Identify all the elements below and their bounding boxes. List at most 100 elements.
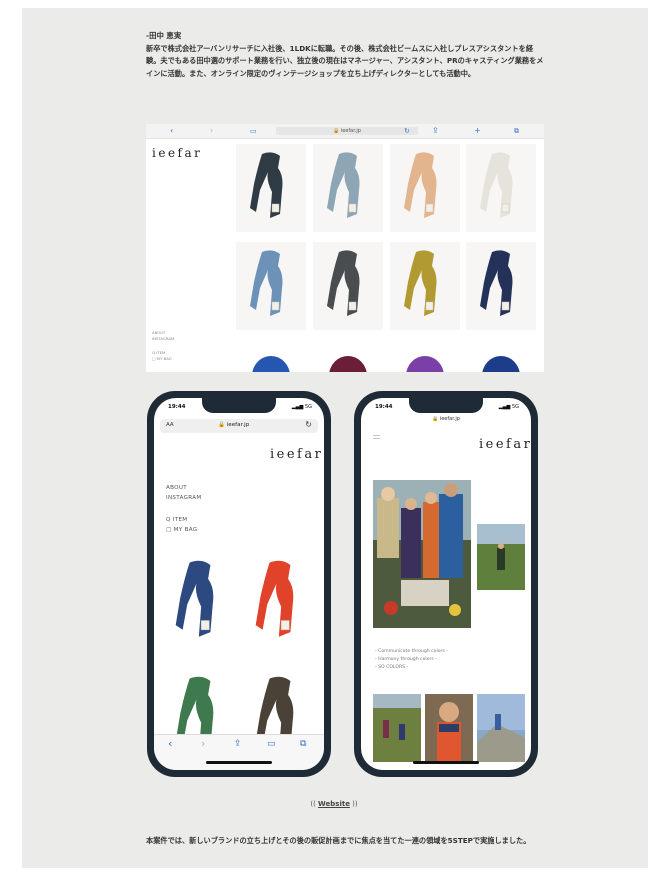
scarf-image: [255, 560, 294, 637]
product-tile[interactable]: [466, 242, 536, 330]
website-link-line: (( Website )): [310, 800, 358, 808]
product-tile-peek[interactable]: [252, 356, 290, 372]
address-bar[interactable]: 🔒 ieefar.jp: [276, 127, 418, 135]
reader-toggle[interactable]: AA: [166, 422, 174, 428]
hero-photo-image: [373, 480, 471, 628]
lock-icon: 🔒: [432, 416, 439, 422]
scarf-image: [404, 248, 446, 324]
product-tile-peek[interactable]: [482, 356, 520, 372]
tagline-line-3: - SO COLORS -: [375, 665, 409, 670]
scarf-image: [480, 248, 522, 324]
hero-photo: [373, 480, 471, 628]
reload-icon[interactable]: ↻: [305, 420, 312, 429]
gallery-photo-image: [425, 694, 473, 762]
tabs-icon[interactable]: ⧉: [300, 737, 306, 751]
scarf-image: [480, 150, 522, 226]
status-time: 19:44: [375, 404, 393, 410]
bio-name: -田中 恵実: [146, 31, 182, 40]
scarf-image: [250, 248, 292, 324]
nav-about[interactable]: ABOUT: [166, 484, 187, 493]
url-text: 🔒 ieefar.jp: [218, 422, 250, 428]
gallery-photo-image: [477, 694, 525, 762]
url-text[interactable]: 🔒 ieefar.jp: [361, 416, 531, 422]
scarf-image: [327, 248, 369, 324]
url-text: ieefar.jp: [340, 128, 361, 134]
forward-icon[interactable]: ›: [210, 124, 213, 138]
scarf-image: [404, 152, 437, 218]
new-tab-icon[interactable]: +: [474, 124, 481, 138]
scarf-image: [404, 250, 437, 316]
product-tile[interactable]: [236, 144, 306, 232]
status-signal: ▂▄▆ 5G: [291, 404, 312, 410]
status-time: 19:44: [168, 404, 186, 410]
scarf-image: [327, 150, 369, 226]
nav-my-bag[interactable]: □ MY BAG: [166, 526, 197, 535]
scarf-image: [175, 560, 214, 637]
product-tile[interactable]: [236, 242, 306, 330]
site-logo[interactable]: ieefar: [152, 146, 202, 160]
home-indicator: [206, 761, 272, 764]
phone-right: 19:44 ▂▄▆ 5G 🔒 ieefar.jp ― ― ieefar - Co…: [354, 391, 538, 777]
back-icon[interactable]: ‹: [170, 124, 173, 138]
tagline-line-2: - Harmony through colors -: [375, 657, 437, 662]
phone-right-screen: 19:44 ▂▄▆ 5G 🔒 ieefar.jp ― ― ieefar - Co…: [361, 398, 531, 770]
product-tile[interactable]: [313, 144, 383, 232]
scarf-image: [404, 150, 446, 226]
site-logo[interactable]: ieefar: [270, 447, 323, 462]
tagline-line-1: - Communicate through colors -: [375, 649, 448, 654]
reload-icon[interactable]: ↻: [404, 124, 410, 138]
nav-instagram[interactable]: INSTAGRAM: [166, 494, 201, 503]
phone-left: 19:44 ▂▄▆ 5G AA 🔒 ieefar.jp ↻ ieefar ABO…: [147, 391, 331, 777]
status-signal: ▂▄▆ 5G: [498, 404, 519, 410]
scarf-image: [250, 150, 292, 226]
scarf-image: [327, 250, 360, 316]
back-icon[interactable]: ‹: [168, 737, 172, 751]
forward-icon[interactable]: ›: [201, 737, 205, 751]
address-bar[interactable]: AA 🔒 ieefar.jp ↻: [160, 419, 318, 433]
phone-notch: [202, 398, 276, 413]
nav-item[interactable]: Q ITEM: [166, 516, 187, 525]
share-icon[interactable]: ⇪: [432, 124, 439, 138]
side-photo-image: [477, 524, 525, 590]
book-icon[interactable]: ▭: [250, 124, 257, 138]
browser-toolbar: ‹ › ▭ 🔒 ieefar.jp ↻ ⇪ + ⧉: [146, 124, 544, 139]
product-tile-peek[interactable]: [406, 356, 444, 372]
tagline: - Communicate through colors - - Harmony…: [375, 648, 448, 672]
product-tile[interactable]: [250, 558, 310, 646]
product-tile-peek[interactable]: [329, 356, 367, 372]
project-description: 本案件では、新しいブランドの立ち上げとその後の販促計画までに焦点を当てた一連の領…: [146, 836, 531, 845]
bio-text: 新卒で株式会社アーバンリサーチに入社後、1LDKに転職。その後、株式会社ビームス…: [146, 43, 544, 78]
signal-icon: ▂▄▆: [291, 404, 304, 410]
signal-icon: ▂▄▆: [498, 404, 511, 410]
nav-my-bag[interactable]: □ MY BAG: [152, 356, 172, 362]
tabs-icon[interactable]: ⧉: [514, 124, 519, 138]
scarf-image: [327, 152, 360, 218]
side-photo: [477, 524, 525, 590]
bio-section: -田中 恵実 新卒で株式会社アーバンリサーチに入社後、1LDKに転職。その後、株…: [146, 30, 546, 80]
lock-icon: 🔒: [333, 128, 340, 134]
share-icon[interactable]: ⇪: [234, 737, 242, 751]
gallery-photo-2: [425, 694, 473, 762]
gallery-photo-image: [373, 694, 421, 762]
scarf-image: [250, 152, 283, 218]
website-link[interactable]: Website: [318, 800, 350, 808]
scarf-image: [480, 250, 513, 316]
product-tile[interactable]: [390, 144, 460, 232]
product-tile[interactable]: [466, 144, 536, 232]
gallery-photo-3: [477, 694, 525, 762]
phone-left-screen: 19:44 ▂▄▆ 5G AA 🔒 ieefar.jp ↻ ieefar ABO…: [154, 398, 324, 770]
product-tile[interactable]: [313, 242, 383, 330]
lock-icon: 🔒: [218, 422, 225, 428]
product-tile[interactable]: [170, 558, 230, 646]
product-tile[interactable]: [390, 242, 460, 330]
scarf-image: [250, 250, 283, 316]
book-icon[interactable]: ▭: [267, 737, 276, 751]
scarf-image: [480, 152, 513, 218]
nav-instagram[interactable]: INSTAGRAM: [152, 336, 174, 342]
site-logo[interactable]: ieefar: [479, 437, 531, 452]
desktop-browser-screenshot: ‹ › ▭ 🔒 ieefar.jp ↻ ⇪ + ⧉ ieefar ABOUT I…: [146, 124, 544, 372]
menu-icon[interactable]: ― ―: [373, 432, 383, 442]
phone-notch: [409, 398, 483, 413]
gallery-photo-1: [373, 694, 421, 762]
home-indicator: [413, 761, 479, 764]
